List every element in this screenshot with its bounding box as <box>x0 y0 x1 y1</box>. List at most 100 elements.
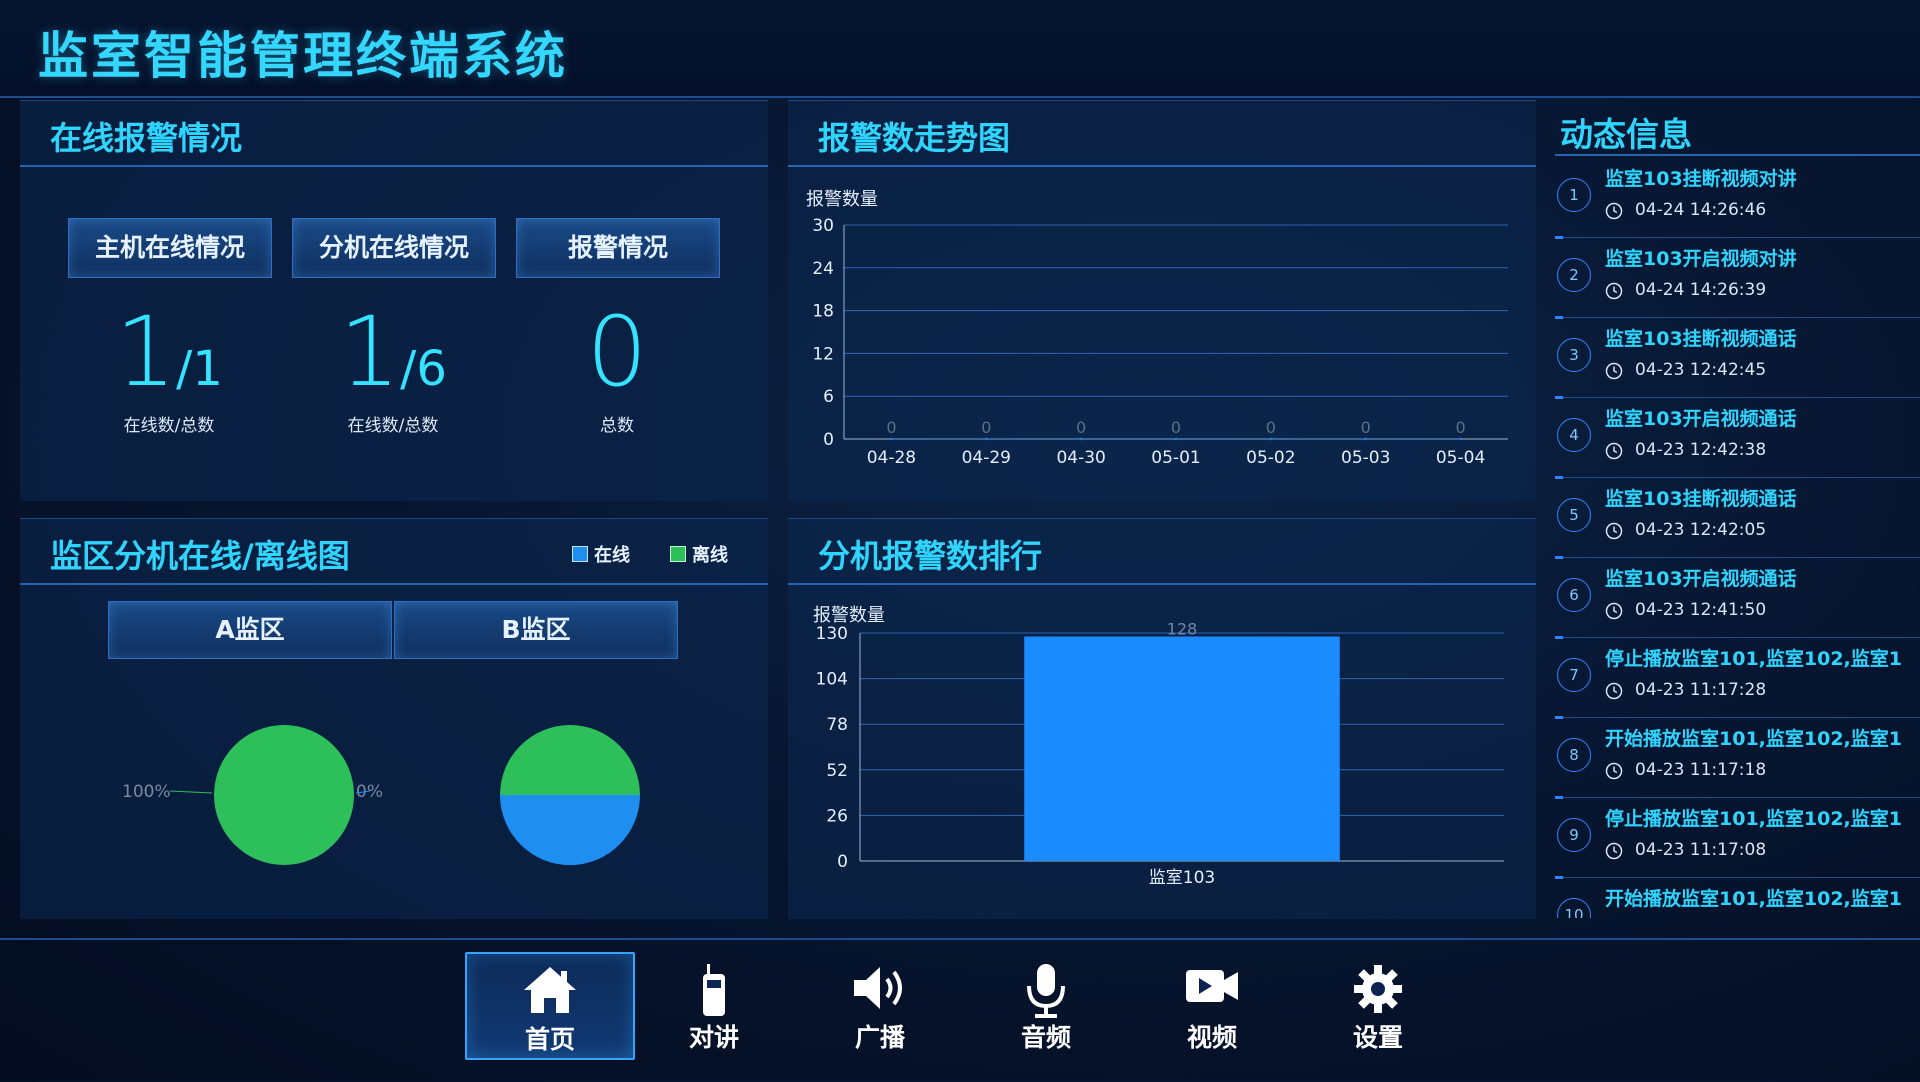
list-item-text: 停止播放监室101,监室102,监室1 <box>1605 808 1902 830</box>
ranking-y-tick: 104 <box>816 670 848 690</box>
list-item-time: 04-23 12:42:38 <box>1635 440 1767 460</box>
list-item-index: 10 <box>1557 898 1591 918</box>
panel-header: 监区分机在线/离线图 在线 离线 <box>20 519 768 585</box>
list-item[interactable]: 8 开始播放监室101,监室102,监室1 04-23 11:17:18 <box>1555 718 1920 799</box>
alarm-trend-chart: 报警数量 0 6 12 18 24 30 04-28 0 04-29 0 04-30 0 05-01 0 0… <box>806 189 1508 468</box>
legend-online-swatch <box>572 546 588 562</box>
app-title: 监室智能管理终端系统 <box>38 27 568 85</box>
list-item[interactable]: 9 停止播放监室101,监室102,监室1 04-23 11:17:08 <box>1555 798 1920 879</box>
ranking-y-tick: 78 <box>826 715 848 735</box>
list-item-index: 8 <box>1557 738 1591 772</box>
panel-header: 分机报警数排行 <box>788 519 1536 585</box>
nav-intercom[interactable]: 对讲 <box>631 952 797 1056</box>
list-item-text: 监室103开启视频通话 <box>1605 568 1797 590</box>
list-item-index: 4 <box>1557 418 1591 452</box>
list-item-time: 04-23 11:17:28 <box>1635 680 1767 700</box>
list-item-index: 6 <box>1557 578 1591 612</box>
alarm-ranking-panel: 分机报警数排行 报警数量 0 26 52 78 104 130 128 监室103 <box>788 518 1536 919</box>
nav-broadcast[interactable]: 广播 <box>797 952 963 1056</box>
trend-data-point <box>1459 437 1463 441</box>
trend-y-tick: 30 <box>812 216 834 236</box>
trend-data-label: 0 <box>1171 418 1181 437</box>
extension-online-tab[interactable]: 分机在线情况 <box>292 218 496 278</box>
list-item-index: 7 <box>1557 658 1591 692</box>
list-item[interactable]: 5 监室103挂断视频通话 04-23 12:42:05 <box>1555 478 1920 559</box>
alarm-ranking-chart: 报警数量 0 26 52 78 104 130 128 监室103 <box>813 605 1504 888</box>
list-item-text: 监室103挂断视频通话 <box>1605 488 1797 510</box>
extension-online-value: 1/6 <box>292 296 494 408</box>
trend-x-tick: 05-03 <box>1341 448 1390 468</box>
list-item-index: 2 <box>1557 258 1591 292</box>
panel-header: 在线报警情况 <box>20 101 768 167</box>
trend-x-tick: 05-02 <box>1246 448 1295 468</box>
nav-broadcast-label: 广播 <box>854 1023 905 1052</box>
panel-header: 报警数走势图 <box>788 101 1536 167</box>
home-icon <box>524 967 576 1013</box>
list-item[interactable]: 3 监室103挂断视频通话 04-23 12:42:45 <box>1555 318 1920 399</box>
list-item[interactable]: 7 停止播放监室101,监室102,监室1 04-23 11:17:28 <box>1555 638 1920 719</box>
ranking-x-tick: 监室103 <box>1149 868 1215 888</box>
trend-y-tick: 12 <box>812 344 834 364</box>
list-item[interactable]: 10开始播放监室101,监室102,监室104-23 11:15:05 <box>1555 878 1920 918</box>
legend-online-label: 在线 <box>594 545 630 566</box>
nav-home[interactable]: 首页 <box>465 952 635 1060</box>
trend-data-label: 0 <box>886 418 896 437</box>
list-item-text: 监室103开启视频对讲 <box>1605 248 1797 270</box>
list-item-index: 1 <box>1557 178 1591 212</box>
video-camera-icon <box>1186 970 1238 1002</box>
nav-video[interactable]: 视频 <box>1129 952 1295 1056</box>
list-item-text: 停止播放监室101,监室102,监室1 <box>1605 648 1902 670</box>
list-item[interactable]: 2 监室103开启视频对讲 04-24 14:26:39 <box>1555 238 1920 319</box>
list-item-time: 04-23 12:42:05 <box>1635 520 1767 540</box>
trend-data-point <box>1079 437 1083 441</box>
alarm-total-count: 0 <box>586 296 648 408</box>
host-total-count: /1 <box>176 341 223 397</box>
pie-slice-offline <box>500 725 640 795</box>
clock-icon <box>1605 602 1623 620</box>
clock-icon <box>1605 842 1623 860</box>
list-item-text: 监室103开启视频通话 <box>1605 408 1797 430</box>
host-online-tab[interactable]: 主机在线情况 <box>68 218 272 278</box>
dynamic-info-title: 动态信息 <box>1560 115 1692 154</box>
list-item-text: 开始播放监室101,监室102,监室1 <box>1605 728 1902 750</box>
nav-settings[interactable]: 设置 <box>1295 952 1461 1056</box>
trend-y-tick: 18 <box>812 302 834 322</box>
gear-icon <box>1354 965 1402 1013</box>
list-item-time: 04-23 12:41:50 <box>1635 600 1767 620</box>
nav-intercom-label: 对讲 <box>688 1023 739 1052</box>
dynamic-info-list[interactable]: 1 监室103挂断视频对讲 04-24 14:26:46 2 监室103开启视频对讲 04… <box>1555 158 1920 918</box>
trend-y-tick: 24 <box>812 259 834 279</box>
list-item-text: 开始播放监室101,监室102,监室1 <box>1605 888 1902 910</box>
trend-data-point <box>889 437 893 441</box>
list-item[interactable]: 6 监室103开启视频通话 04-23 12:41:50 <box>1555 558 1920 639</box>
nav-audio[interactable]: 音频 <box>963 952 1129 1056</box>
trend-x-tick: 05-04 <box>1436 448 1485 468</box>
list-item-index: 5 <box>1557 498 1591 532</box>
app-header: 监室智能管理终端系统 <box>0 0 1920 98</box>
list-item[interactable]: 4 监室103开启视频通话 04-23 12:42:38 <box>1555 398 1920 479</box>
ranking-y-axis-label: 报警数量 <box>813 605 885 626</box>
ranking-bar <box>1024 636 1340 861</box>
ranking-y-tick: 26 <box>826 806 848 826</box>
trend-data-point <box>1364 437 1368 441</box>
nav-home-label: 首页 <box>524 1025 575 1054</box>
ranking-y-tick: 52 <box>826 761 848 781</box>
nav-settings-label: 设置 <box>1352 1023 1403 1052</box>
clock-icon <box>1605 282 1623 300</box>
ranking-bar-label: 128 <box>1167 620 1198 639</box>
pie-slice-online <box>500 795 641 866</box>
speaker-icon <box>854 967 902 1009</box>
zone-status-panel: 监区分机在线/离线图 在线 离线 A监区 B监区 100% 0% <box>20 518 768 919</box>
trend-data-point <box>1174 437 1178 441</box>
pie-leader-line <box>169 790 213 794</box>
list-item[interactable]: 1 监室103挂断视频对讲 04-24 14:26:46 <box>1555 158 1920 239</box>
clock-icon <box>1605 442 1623 460</box>
trend-data-label: 0 <box>1076 418 1086 437</box>
clock-icon <box>1605 202 1623 220</box>
panel-title: 报警数走势图 <box>818 119 1011 157</box>
alarm-status-tab[interactable]: 报警情况 <box>516 218 720 278</box>
alarm-total-value: 0 <box>516 296 718 408</box>
nav-video-label: 视频 <box>1186 1023 1237 1052</box>
trend-x-tick: 04-30 <box>1056 448 1105 468</box>
dynamic-info-divider <box>1555 154 1920 156</box>
